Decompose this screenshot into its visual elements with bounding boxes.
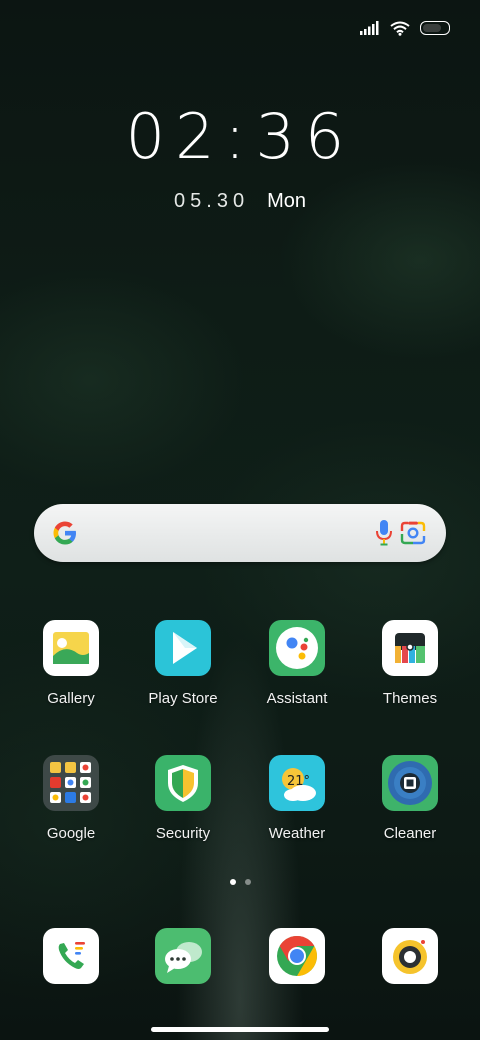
dock-camera[interactable] <box>355 928 465 984</box>
app-label: Security <box>155 825 211 842</box>
home-screen: 02:36 05.30 Mon Gallery Play Store Assis… <box>0 0 480 1040</box>
app-label: Gallery <box>47 690 95 707</box>
app-label: Weather <box>268 825 326 842</box>
app-weather[interactable]: 21° Weather <box>242 755 352 842</box>
app-label: Google <box>46 825 96 842</box>
gesture-nav-handle[interactable] <box>151 1027 329 1032</box>
phone-icon <box>43 928 99 984</box>
app-label: Assistant <box>266 690 328 707</box>
dock-messages[interactable] <box>128 928 238 984</box>
security-shield-icon <box>155 755 211 811</box>
app-play-store[interactable]: Play Store <box>128 620 238 707</box>
app-security[interactable]: Security <box>128 755 238 842</box>
app-google-folder[interactable]: Google <box>16 755 126 842</box>
app-assistant[interactable]: Assistant <box>242 620 352 707</box>
google-folder-icon <box>43 755 99 811</box>
assistant-icon <box>269 620 325 676</box>
chrome-icon <box>269 928 325 984</box>
date-row: 05.30 Mon <box>0 190 480 213</box>
clock-time: 02:36 <box>125 100 355 173</box>
play-store-icon <box>155 620 211 676</box>
weather-icon: 21° <box>269 755 325 811</box>
app-label: Play Store <box>148 690 218 707</box>
signal-bars-icon <box>360 21 379 35</box>
battery-icon <box>420 21 450 35</box>
status-bar <box>360 16 450 40</box>
messages-icon <box>155 928 211 984</box>
weather-temp: 21° <box>287 774 311 789</box>
day-text: Mon <box>267 190 306 212</box>
date-text: 05.30 <box>174 190 250 212</box>
app-cleaner[interactable]: Cleaner <box>355 755 465 842</box>
google-lens-icon[interactable] <box>400 521 426 545</box>
dock-chrome[interactable] <box>242 928 352 984</box>
google-g-icon <box>53 521 76 545</box>
page-dot-2[interactable] <box>244 879 251 885</box>
mic-icon[interactable] <box>376 520 392 546</box>
battery-level <box>423 24 441 32</box>
app-themes[interactable]: Themes <box>355 620 465 707</box>
wifi-icon <box>390 21 410 36</box>
camera-icon <box>382 928 438 984</box>
gallery-icon <box>43 620 99 676</box>
cleaner-icon <box>382 755 438 811</box>
app-label: Themes <box>382 690 438 707</box>
dock-phone[interactable] <box>16 928 126 984</box>
page-indicator <box>0 879 480 885</box>
themes-icon <box>382 620 438 676</box>
app-label: Cleaner <box>383 825 437 842</box>
google-search-bar[interactable] <box>34 504 446 562</box>
app-gallery[interactable]: Gallery <box>16 620 126 707</box>
page-dot-1[interactable] <box>229 879 236 885</box>
